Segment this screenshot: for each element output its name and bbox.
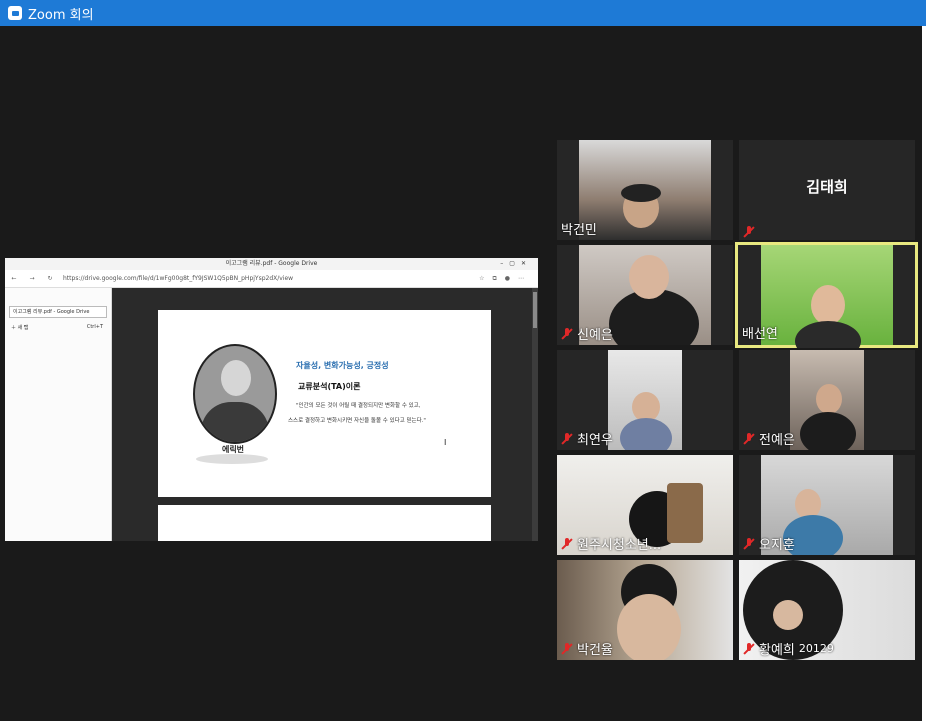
participant-tile[interactable]: 전예은: [739, 350, 915, 450]
shared-sidebar: 이고그램 리뷰.pdf - Google Drive ＋ 새 탭 Ctrl+T: [5, 288, 112, 541]
shared-sidebar-tab: 이고그램 리뷰.pdf - Google Drive: [9, 306, 107, 318]
browser-tools-icon: ☆⧉●⋯: [479, 274, 532, 282]
window-edge: [922, 26, 926, 721]
pdf-viewer: 에릭번 자율성, 변화가능성, 긍정성 교류분석(TA)이론 "인간의 모든 것…: [112, 288, 538, 541]
shared-address-bar: ← → ↻ https://drive.google.com/file/d/1w…: [5, 270, 538, 288]
participant-name: 배선연: [742, 327, 778, 342]
shared-browser-titlebar: 이고그램 리뷰.pdf - Google Drive –▢✕: [5, 258, 538, 270]
portrait-name: 에릭번: [221, 445, 245, 454]
participant-tile[interactable]: 최연우: [557, 350, 733, 450]
slide-heading: 교류분석(TA)이론: [298, 382, 361, 391]
participant-tile[interactable]: 박건율: [557, 560, 733, 660]
shared-screen[interactable]: 이고그램 리뷰.pdf - Google Drive –▢✕ ← → ↻ htt…: [5, 258, 538, 541]
participant-name: 전예은: [743, 429, 795, 448]
participant-name: 박건민: [561, 223, 597, 238]
muted-mic-icon: [743, 642, 755, 655]
participant-tile-active-speaker[interactable]: 배선연: [735, 242, 918, 348]
participant-name: 황예희 20129: [743, 639, 834, 658]
participant-name-placeholder: 김태희: [806, 178, 848, 196]
participant-tile[interactable]: 신예은: [557, 245, 733, 345]
muted-mic-icon: [561, 642, 573, 655]
participant-video: [579, 140, 711, 240]
participant-tile[interactable]: 김태희: [739, 140, 915, 240]
slide-quote-line-2: 스스로 결정하고 변화시키면 자신을 돌볼 수 있다고 믿는다.": [288, 418, 426, 424]
text-cursor-icon: I: [444, 438, 447, 447]
muted-mic-icon: [561, 327, 573, 340]
participant-tile[interactable]: 황예희 20129: [739, 560, 915, 660]
shared-browser-title: 이고그램 리뷰.pdf - Google Drive: [225, 260, 318, 267]
participant-video: [608, 350, 682, 450]
window-title: Zoom 회의: [28, 7, 94, 23]
pdf-scrollbar[interactable]: [532, 288, 538, 541]
zoom-camera-icon: [8, 6, 22, 20]
shared-sidebar-new: ＋ 새 탭 Ctrl+T: [11, 324, 103, 331]
forward-icon: →: [29, 275, 35, 282]
participant-tile[interactable]: 박건민: [557, 140, 733, 240]
participant-name: 신예은: [561, 324, 613, 343]
participant-name: 최연우: [561, 429, 613, 448]
pdf-slide: 에릭번 자율성, 변화가능성, 긍정성 교류분석(TA)이론 "인간의 모든 것…: [158, 310, 491, 497]
window-controls-icon: –▢✕: [500, 260, 532, 267]
participant-video: [790, 350, 864, 450]
participant-name: [743, 226, 759, 238]
title-bar: Zoom 회의: [0, 0, 926, 26]
slide-subtitle: 자율성, 변화가능성, 긍정성: [296, 361, 389, 370]
pdf-next-slide: [158, 505, 491, 541]
portrait-image: [193, 344, 277, 444]
muted-mic-icon: [743, 432, 755, 445]
participant-tile[interactable]: 원주시청소년...: [557, 455, 733, 555]
muted-mic-icon: [561, 537, 573, 550]
participant-video: [761, 245, 893, 348]
slide-quote-line-1: "인간의 모든 것이 어릴 때 결정되지만 변화할 수 있고,: [296, 403, 421, 409]
reload-icon: ↻: [47, 275, 53, 282]
shared-url: https://drive.google.com/file/d/1wFg00g8…: [63, 275, 294, 282]
portrait-shadow: [196, 454, 268, 464]
participant-tile[interactable]: 오지훈: [739, 455, 915, 555]
muted-mic-icon: [743, 537, 755, 550]
participant-name: 원주시청소년...: [561, 534, 661, 553]
muted-mic-icon: [561, 432, 573, 445]
muted-mic-icon: [743, 226, 755, 238]
back-icon: ←: [11, 275, 17, 282]
participant-name: 오지훈: [743, 534, 795, 553]
participant-name: 박건율: [561, 639, 613, 658]
